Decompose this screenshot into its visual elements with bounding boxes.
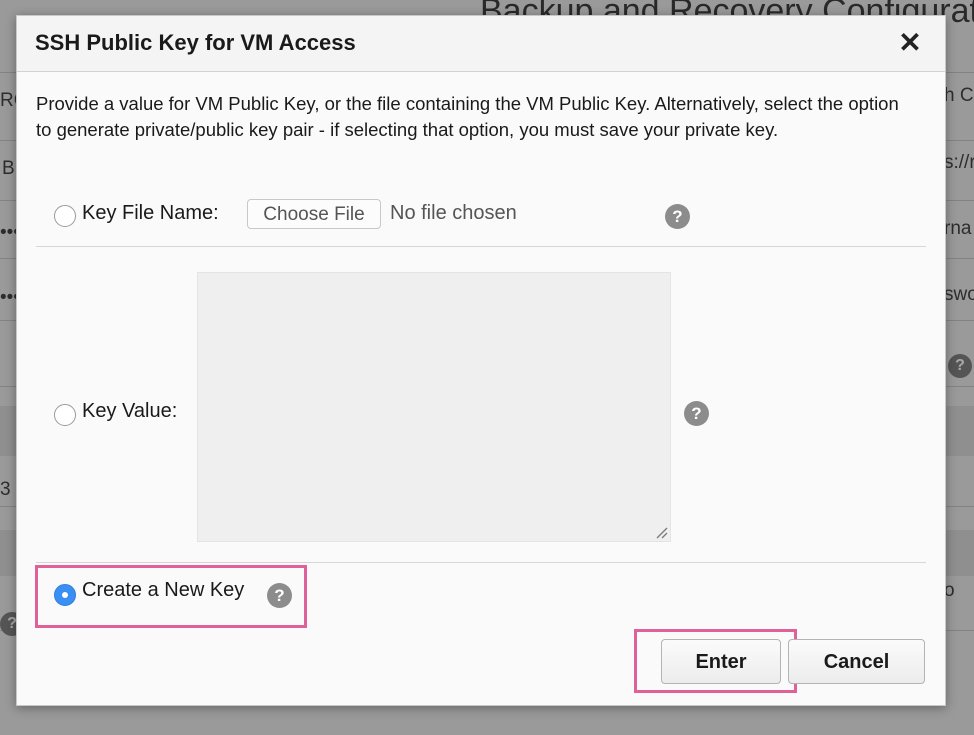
key-value-textarea[interactable] [197, 272, 671, 542]
key-file-help-icon[interactable]: ? [665, 204, 690, 229]
create-new-key-label: Create a New Key [82, 579, 245, 601]
choose-file-button[interactable]: Choose File [247, 199, 381, 229]
resize-grip-icon[interactable] [654, 525, 668, 539]
dialog-description: Provide a value for VM Public Key, or th… [36, 93, 899, 140]
page: Backup and Recovery Configuratio RC B ••… [0, 0, 974, 735]
create-new-key-radio[interactable] [54, 584, 76, 606]
ssh-key-dialog: SSH Public Key for VM Access ✕ Provide a… [16, 15, 946, 706]
divider [36, 246, 926, 247]
close-icon[interactable]: ✕ [895, 28, 925, 58]
enter-button[interactable]: Enter [661, 639, 781, 684]
dialog-title: SSH Public Key for VM Access [35, 30, 356, 55]
key-file-radio[interactable] [54, 205, 76, 227]
file-status-text: No file chosen [390, 202, 517, 224]
divider [36, 562, 926, 563]
key-value-radio[interactable] [54, 404, 76, 426]
key-value-help-icon[interactable]: ? [684, 401, 709, 426]
key-value-label: Key Value: [82, 400, 178, 422]
dialog-header: SSH Public Key for VM Access ✕ [17, 16, 945, 72]
create-new-key-help-icon[interactable]: ? [267, 583, 292, 608]
key-file-label: Key File Name: [82, 202, 219, 224]
cancel-button[interactable]: Cancel [788, 639, 925, 684]
